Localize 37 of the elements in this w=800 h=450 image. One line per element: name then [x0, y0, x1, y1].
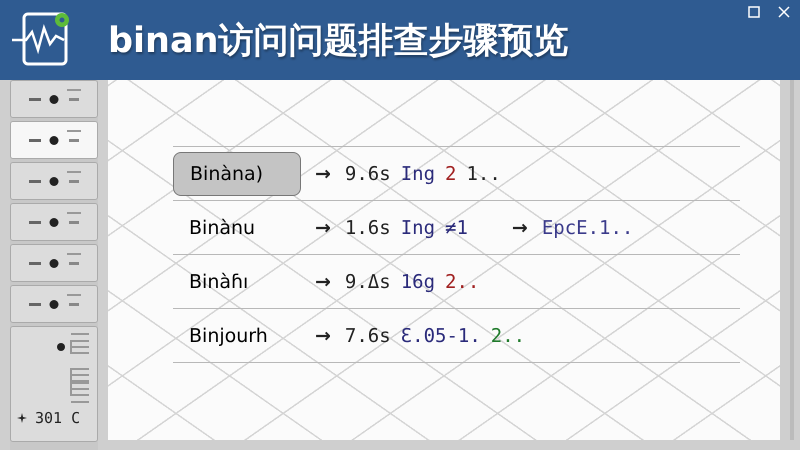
step-token: 9.6s — [344, 162, 391, 184]
step-token: → — [512, 216, 528, 238]
step-token: 9.Δs — [344, 270, 391, 292]
sidebar-item[interactable] — [10, 244, 98, 282]
step-name: Binànu — [188, 216, 256, 240]
step-token: Ing — [400, 162, 436, 184]
step-token: 2.. — [445, 270, 480, 292]
maximize-button[interactable] — [746, 4, 762, 20]
step-token: → — [315, 324, 331, 346]
step-token: 1.6s — [344, 216, 391, 238]
step-token: 2 — [445, 162, 456, 184]
close-icon — [778, 6, 790, 18]
close-button[interactable] — [776, 4, 792, 20]
step-token: → — [315, 270, 331, 292]
sidebar-item[interactable] — [10, 203, 98, 241]
sidebar-item[interactable] — [10, 80, 98, 118]
selected-step-button[interactable]: Binàna) — [173, 152, 301, 196]
dot-bars-icon — [55, 331, 91, 405]
step-token: EpcE.1.. — [542, 216, 634, 238]
sidebar-item[interactable] — [10, 285, 98, 323]
sparkle-icon — [17, 413, 27, 423]
step-token: → — [315, 162, 331, 184]
maximize-icon — [748, 6, 760, 18]
step-name: Binàɦı — [188, 270, 250, 294]
step-token: Ɛ.05-1. — [400, 324, 481, 346]
window-title: binan访问问题排查步骤预览 — [108, 20, 569, 62]
sidebar-item[interactable] — [10, 162, 98, 200]
step-token: Ing — [400, 216, 436, 238]
step-token: 2.. — [490, 324, 526, 346]
step-token: → — [315, 216, 331, 238]
step-token: ≠1 — [445, 216, 468, 238]
step-token: 1.. — [466, 162, 501, 184]
step-name: Binjourh — [188, 324, 269, 348]
step-token: 7.6s — [344, 324, 391, 346]
panel-label: 301 C — [35, 409, 80, 427]
sidebar-item[interactable] — [10, 121, 98, 159]
step-token: 16g — [400, 270, 436, 292]
